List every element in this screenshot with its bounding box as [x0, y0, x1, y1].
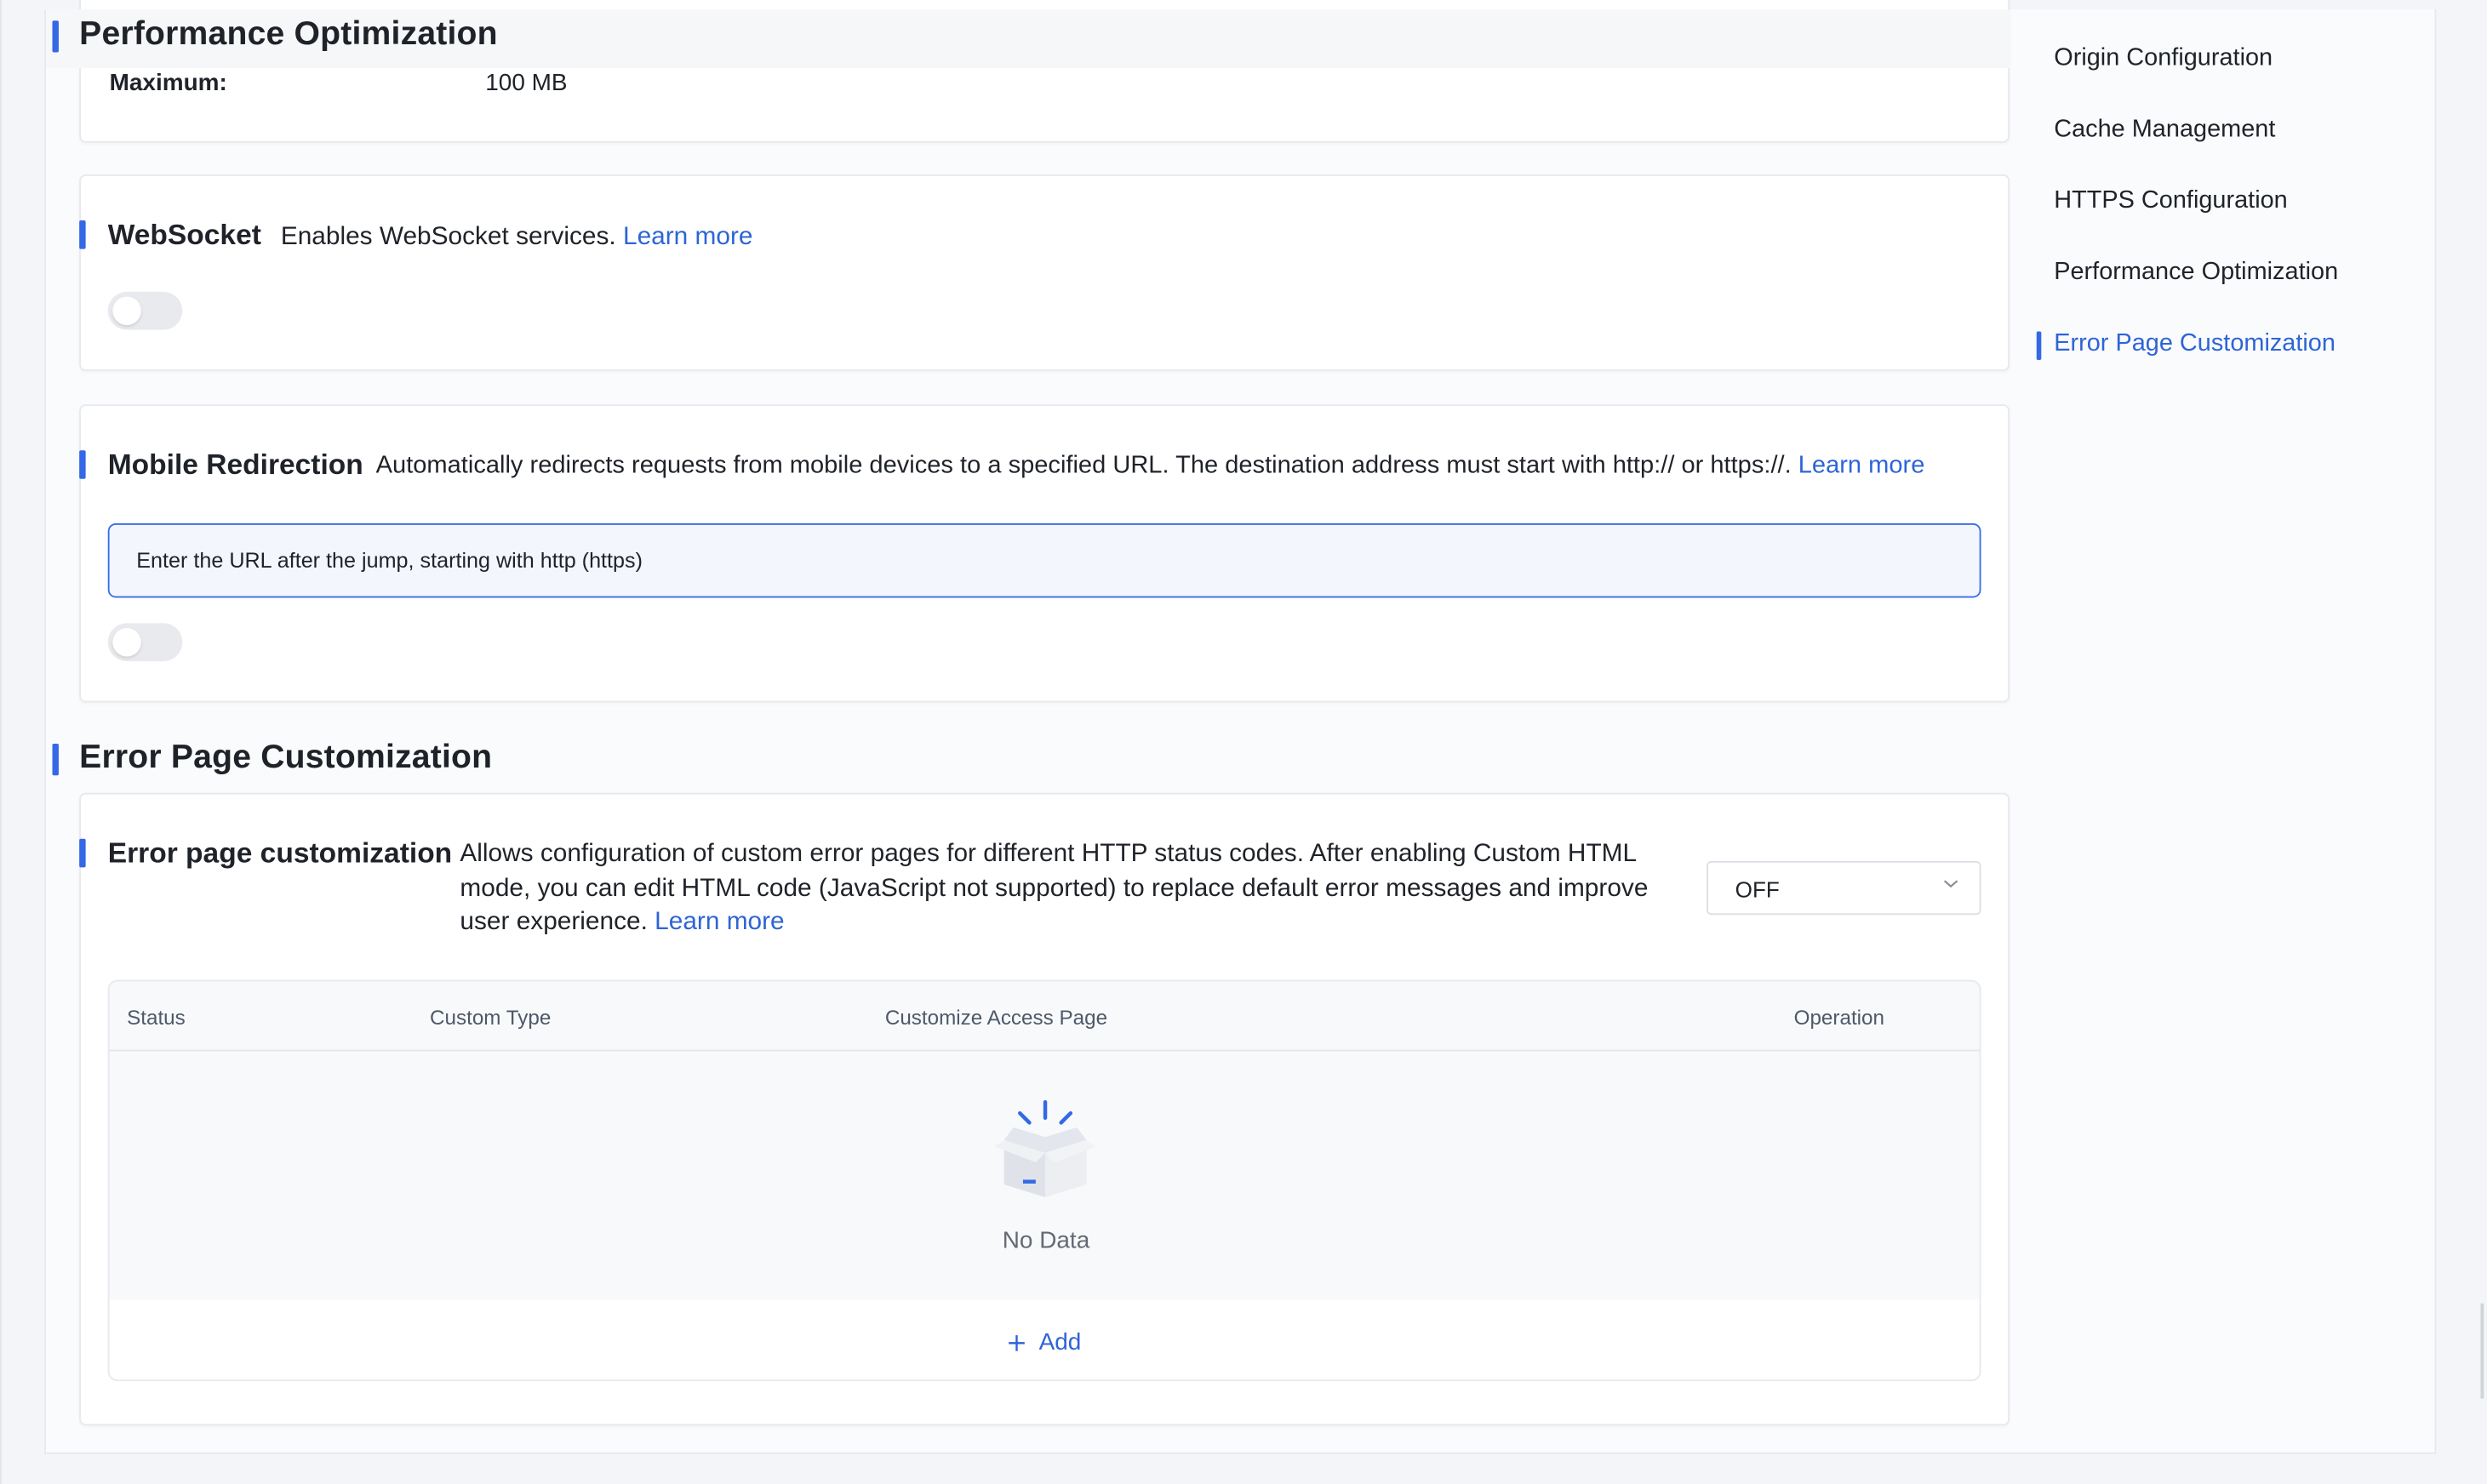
maximum-value: 100 MB: [485, 69, 568, 97]
toggle-knob: [112, 296, 141, 326]
plus-icon: [1009, 1334, 1025, 1350]
error-page-description: Allows configuration of custom error pag…: [460, 840, 1649, 936]
mobile-redirection-title: Mobile Redirection: [79, 448, 363, 482]
error-page-title: Error page customization: [79, 837, 452, 870]
title-accent-bar: [79, 838, 86, 868]
maximum-label: Maximum:: [109, 69, 227, 97]
empty-state-text: No Data: [1002, 1227, 1090, 1255]
mobile-redirection-description: Automatically redirects requests from mo…: [375, 452, 1925, 479]
section-accent-bar: [52, 20, 59, 53]
nav-item-cache-management[interactable]: Cache Management: [2054, 116, 2275, 145]
section-accent-bar: [52, 743, 59, 776]
empty-box-icon: [994, 1099, 1096, 1197]
websocket-title: WebSocket: [79, 219, 261, 252]
error-page-learn-more-link[interactable]: Learn more: [655, 909, 784, 936]
scrollbar[interactable]: [2480, 1303, 2484, 1399]
toggle-knob: [112, 627, 141, 657]
section-title-error-page: Error Page Customization: [52, 739, 492, 777]
section-title-performance: Performance Optimization: [52, 16, 498, 54]
nav-item-performance-optimization[interactable]: Performance Optimization: [2054, 259, 2338, 288]
websocket-description: Enables WebSocket services. Learn more: [280, 223, 753, 251]
chevron-down-icon: [1943, 880, 1958, 888]
page: Maximum: 100 MB Performance Optimization…: [0, 0, 2487, 1484]
title-accent-bar: [79, 450, 86, 479]
column-header-status: Status: [127, 1005, 186, 1030]
selected-value: OFF: [1735, 876, 1780, 903]
error-page-table: Status Custom Type Customize Access Page…: [107, 979, 1981, 1382]
websocket-toggle[interactable]: [107, 291, 183, 330]
nav-item-https-configuration[interactable]: HTTPS Configuration: [2054, 187, 2288, 216]
add-label: Add: [1038, 1328, 1082, 1356]
mobile-redirection-learn-more-link[interactable]: Learn more: [1798, 452, 1925, 479]
add-error-page-button[interactable]: Add: [1007, 1329, 1081, 1356]
nav-item-error-page-customization[interactable]: Error Page Customization: [2054, 330, 2335, 359]
websocket-card: [79, 174, 2010, 372]
column-header-custom-type: Custom Type: [430, 1005, 552, 1030]
column-header-operation: Operation: [1793, 1005, 1885, 1030]
table-header: Status Custom Type Customize Access Page…: [109, 982, 1980, 1052]
nav-item-origin-configuration[interactable]: Origin Configuration: [2054, 44, 2273, 73]
title-accent-bar: [79, 220, 86, 249]
left-border: [0, 0, 2, 1484]
column-header-access-page: Customize Access Page: [884, 1005, 1108, 1030]
table-footer: Add: [109, 1300, 1980, 1380]
websocket-learn-more-link[interactable]: Learn more: [623, 224, 752, 251]
mobile-redirection-toggle[interactable]: [107, 623, 183, 662]
error-page-mode-select[interactable]: OFF: [1707, 860, 1981, 916]
nav-active-indicator: [2036, 331, 2042, 361]
redirect-url-input[interactable]: [107, 522, 1981, 598]
